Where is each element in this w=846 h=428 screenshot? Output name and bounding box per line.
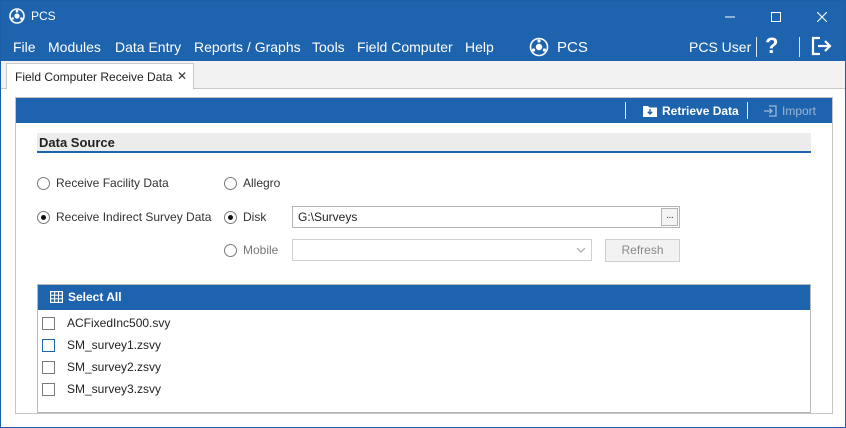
title-bar: PCS bbox=[1, 1, 845, 32]
file-list-header: Select All bbox=[38, 285, 810, 310]
disk-radio[interactable]: Disk bbox=[224, 210, 266, 224]
file-checkbox[interactable] bbox=[42, 338, 55, 352]
browse-button[interactable]: ··· bbox=[661, 208, 678, 226]
radio-label: Disk bbox=[243, 210, 267, 224]
survey-file-list: Select All ACFixedInc500.svy SM_survey1.… bbox=[37, 284, 811, 413]
pcs-brand: PCS bbox=[529, 36, 588, 58]
tab-field-computer-receive-data[interactable]: Field Computer Receive Data ✕ bbox=[6, 63, 194, 90]
document-tab-strip: Field Computer Receive Data ✕ bbox=[1, 61, 845, 90]
folder-download-icon bbox=[643, 106, 657, 117]
refresh-button[interactable]: Refresh bbox=[605, 239, 680, 262]
radio-label: Receive Indirect Survey Data bbox=[56, 210, 212, 224]
radio-label: Allegro bbox=[243, 176, 281, 190]
retrieve-data-button[interactable]: Retrieve Data bbox=[643, 103, 739, 119]
file-checkbox[interactable] bbox=[42, 316, 55, 330]
maximize-button[interactable] bbox=[753, 1, 799, 32]
minimize-icon bbox=[725, 16, 735, 17]
maximize-icon bbox=[771, 11, 781, 22]
import-button[interactable]: Import bbox=[764, 103, 816, 119]
file-list-item[interactable]: SM_survey2.zsvy bbox=[42, 357, 161, 377]
toolbar-divider bbox=[747, 102, 748, 119]
file-list-item[interactable]: SM_survey1.zsvy bbox=[42, 335, 161, 355]
app-window: PCS File Modules Data Entry Reports / Gr… bbox=[0, 0, 846, 428]
logout-icon bbox=[811, 36, 832, 56]
disk-path-input[interactable]: G:\Surveys bbox=[292, 206, 680, 228]
menu-help[interactable]: Help bbox=[465, 39, 494, 55]
grid-icon bbox=[50, 291, 63, 303]
menu-data-entry[interactable]: Data Entry bbox=[115, 39, 181, 55]
mobile-device-select[interactable] bbox=[292, 239, 592, 261]
menu-modules[interactable]: Modules bbox=[48, 39, 101, 55]
file-name: SM_survey3.zsvy bbox=[67, 382, 162, 396]
file-name: ACFixedInc500.svy bbox=[67, 316, 171, 330]
app-logo-icon bbox=[9, 8, 25, 24]
data-source-title: Data Source bbox=[39, 135, 115, 150]
tab-close-icon[interactable]: ✕ bbox=[177, 69, 187, 83]
radio-circle bbox=[224, 243, 237, 257]
pcs-logo-icon bbox=[529, 37, 549, 57]
radio-label: Receive Facility Data bbox=[56, 176, 169, 190]
close-icon bbox=[817, 11, 827, 22]
file-checkbox[interactable] bbox=[42, 360, 55, 374]
import-icon bbox=[764, 105, 777, 117]
radio-circle bbox=[224, 176, 237, 190]
user-name[interactable]: PCS User bbox=[689, 39, 751, 55]
select-all-button[interactable]: Select All bbox=[50, 290, 122, 304]
file-checkbox[interactable] bbox=[42, 382, 55, 396]
file-list-item[interactable]: SM_survey3.zsvy bbox=[42, 379, 161, 399]
pcs-brand-label: PCS bbox=[557, 38, 588, 56]
radio-circle-checked bbox=[224, 210, 237, 224]
radio-label: Mobile bbox=[243, 243, 279, 257]
receive-facility-data-radio[interactable]: Receive Facility Data bbox=[37, 176, 169, 190]
tab-label: Field Computer Receive Data bbox=[15, 70, 173, 84]
allegro-radio[interactable]: Allegro bbox=[224, 176, 280, 190]
file-name: SM_survey1.zsvy bbox=[67, 338, 162, 352]
menu-bar: File Modules Data Entry Reports / Graphs… bbox=[1, 32, 845, 61]
menu-tools[interactable]: Tools bbox=[312, 39, 345, 55]
import-label: Import bbox=[782, 104, 817, 118]
chevron-down-icon bbox=[576, 247, 586, 253]
receive-data-panel: Retrieve Data Import Data Source Receive… bbox=[15, 97, 833, 414]
logout-button[interactable] bbox=[811, 36, 833, 59]
toolbar-divider bbox=[625, 102, 626, 119]
file-list-item[interactable]: ACFixedInc500.svy bbox=[42, 313, 170, 333]
mobile-radio[interactable]: Mobile bbox=[224, 243, 278, 257]
menu-file[interactable]: File bbox=[13, 39, 36, 55]
data-source-header: Data Source bbox=[37, 133, 811, 153]
file-name: SM_survey2.zsvy bbox=[67, 360, 162, 374]
menu-reports-graphs[interactable]: Reports / Graphs bbox=[194, 39, 301, 55]
minimize-button[interactable] bbox=[707, 1, 753, 32]
menu-divider bbox=[756, 37, 757, 57]
radio-circle bbox=[37, 176, 50, 190]
receive-indirect-survey-data-radio[interactable]: Receive Indirect Survey Data bbox=[37, 210, 211, 224]
panel-toolbar: Retrieve Data Import bbox=[16, 98, 832, 123]
window-title: PCS bbox=[31, 9, 56, 23]
select-all-label: Select All bbox=[68, 290, 122, 304]
help-button[interactable]: ? bbox=[765, 33, 778, 59]
retrieve-data-label: Retrieve Data bbox=[662, 104, 739, 118]
radio-circle-checked bbox=[37, 210, 50, 224]
close-window-button[interactable] bbox=[799, 1, 845, 32]
menu-field-computer[interactable]: Field Computer bbox=[357, 39, 453, 55]
menu-divider bbox=[799, 37, 800, 57]
